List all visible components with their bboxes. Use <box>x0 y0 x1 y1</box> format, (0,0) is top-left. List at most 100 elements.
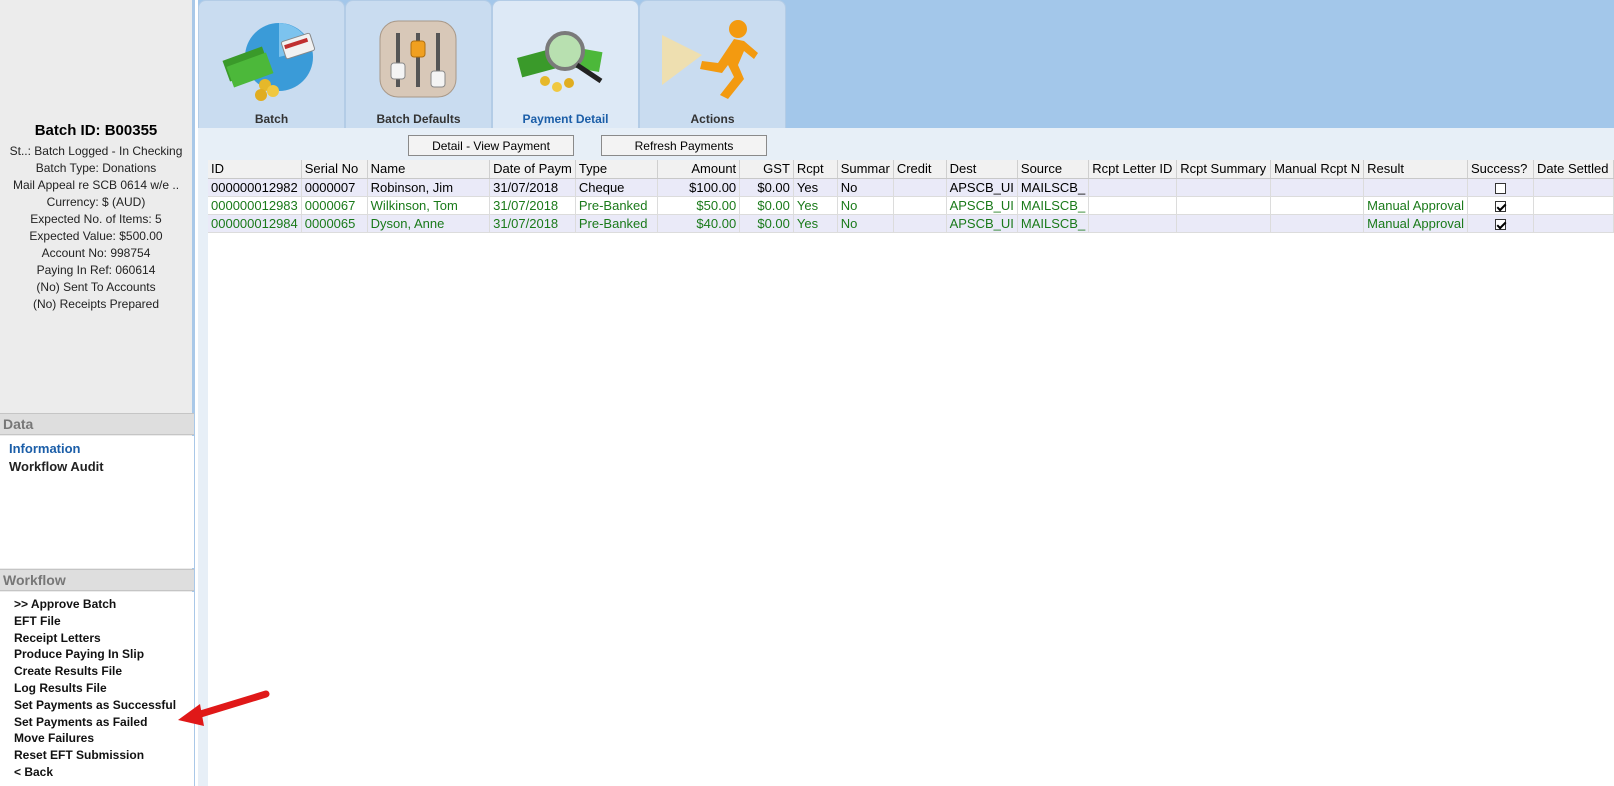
tab-batch[interactable]: Batch <box>198 0 345 128</box>
workflow-back[interactable]: < Back <box>14 764 180 781</box>
cell-date-settled <box>1533 178 1614 197</box>
batch-type: Batch Type: Donations <box>35 161 157 175</box>
workflow-reset-eft[interactable]: Reset EFT Submission <box>14 747 180 764</box>
workflow-set-failed[interactable]: Set Payments as Failed <box>14 714 180 731</box>
cell-name: Wilkinson, Tom <box>367 196 491 215</box>
cell-date-settled <box>1533 196 1614 215</box>
col-header-summary[interactable]: Summar <box>837 160 894 179</box>
cell-rcpt: Yes <box>793 178 838 197</box>
cell-date: 31/07/2018 <box>489 178 576 197</box>
cell-rcpt: Yes <box>793 196 838 215</box>
workflow-move-failures[interactable]: Move Failures <box>14 730 180 747</box>
col-header-dest[interactable]: Dest <box>946 160 1018 179</box>
success-checkbox[interactable] <box>1494 200 1506 212</box>
table-row[interactable]: 000000012984 0000065 Dyson, Anne 31/07/2… <box>208 214 1614 233</box>
cell-name: Robinson, Jim <box>367 178 491 197</box>
col-header-gst[interactable]: GST <box>739 160 794 179</box>
cell-result <box>1363 178 1468 197</box>
col-header-type[interactable]: Type <box>575 160 658 179</box>
cell-rcpt-summary <box>1176 196 1272 215</box>
refresh-payments-button[interactable]: Refresh Payments <box>601 135 767 156</box>
cell-success <box>1467 214 1534 233</box>
cell-success <box>1467 178 1534 197</box>
col-header-serial[interactable]: Serial No <box>301 160 368 179</box>
tab-batch-defaults[interactable]: Batch Defaults <box>345 0 492 128</box>
cell-rcpt: Yes <box>793 214 838 233</box>
col-header-result[interactable]: Result <box>1363 160 1468 179</box>
cell-amount: $40.00 <box>657 214 741 233</box>
cell-amount: $100.00 <box>657 178 741 197</box>
workflow-receipt-letters[interactable]: Receipt Letters <box>14 630 180 647</box>
tab-payment-detail[interactable]: Payment Detail <box>492 0 639 128</box>
batch-title: Batch ID: B00355 <box>34 122 158 139</box>
receipts-prepared: (No) Receipts Prepared <box>32 297 160 311</box>
cell-result: Manual Approval <box>1363 196 1468 215</box>
table-header-row: ID Serial No Name Date of Paym Type Amou… <box>208 160 1614 179</box>
col-header-id[interactable]: ID <box>208 160 302 179</box>
cell-manual-rcpt <box>1270 178 1365 197</box>
expected-items: Expected No. of Items: 5 <box>30 212 162 226</box>
col-header-amount[interactable]: Amount <box>657 160 741 179</box>
cell-credit <box>893 214 947 233</box>
col-header-rcpt-summary[interactable]: Rcpt Summary <box>1176 160 1272 179</box>
col-header-source[interactable]: Source <box>1017 160 1090 179</box>
batch-icon <box>222 23 316 101</box>
running-man-icon <box>662 20 758 99</box>
tab-actions[interactable]: Actions <box>639 0 786 128</box>
account-no: Account No: 998754 <box>41 246 151 260</box>
workflow-eft-file[interactable]: EFT File <box>14 613 180 630</box>
tab-actions-label: Actions <box>690 112 735 126</box>
cell-serial: 0000067 <box>301 196 368 215</box>
cell-dest: APSCB_UI <box>946 214 1018 233</box>
tab-bar: Batch Batch Defaults Payment Detail Acti… <box>198 0 1614 128</box>
col-header-date[interactable]: Date of Paym <box>489 160 576 179</box>
cell-source: MAILSCB_ <box>1017 178 1090 197</box>
workflow-section-header: Workflow <box>0 569 194 591</box>
cell-date: 31/07/2018 <box>489 214 576 233</box>
col-header-name[interactable]: Name <box>367 160 491 179</box>
workflow-log-results-file[interactable]: Log Results File <box>14 680 180 697</box>
cell-source: MAILSCB_ <box>1017 214 1090 233</box>
cell-id: 000000012984 <box>208 214 302 233</box>
tab-batch-defaults-label: Batch Defaults <box>376 112 461 126</box>
col-header-success[interactable]: Success? <box>1467 160 1534 179</box>
cell-source: MAILSCB_ <box>1017 196 1090 215</box>
workflow-approve-batch[interactable]: >> Approve Batch <box>14 596 180 613</box>
success-checkbox[interactable] <box>1494 182 1506 194</box>
workflow-create-results-file[interactable]: Create Results File <box>14 663 180 680</box>
col-header-credit[interactable]: Credit <box>893 160 947 179</box>
cell-gst: $0.00 <box>739 214 794 233</box>
cell-summary: No <box>837 178 894 197</box>
payments-table: ID Serial No Name Date of Paym Type Amou… <box>208 160 1614 233</box>
magnifier-money-icon <box>517 31 603 92</box>
cell-result: Manual Approval <box>1363 214 1468 233</box>
col-header-rcpt[interactable]: Rcpt <box>793 160 838 179</box>
sent-to-accounts: (No) Sent To Accounts <box>36 280 156 294</box>
batch-description: Mail Appeal re SCB 0614 w/e .. <box>12 178 180 192</box>
cell-id: 000000012982 <box>208 178 302 197</box>
tab-payment-detail-label: Payment Detail <box>522 112 609 126</box>
cell-success <box>1467 196 1534 215</box>
col-header-rcpt-letter-id[interactable]: Rcpt Letter ID <box>1088 160 1178 179</box>
expected-value: Expected Value: $500.00 <box>29 229 163 243</box>
cell-date: 31/07/2018 <box>489 196 576 215</box>
cell-rcpt-summary <box>1176 178 1272 197</box>
table-row[interactable]: 000000012982 0000007 Robinson, Jim 31/07… <box>208 178 1614 197</box>
data-item-information[interactable]: Information <box>9 440 185 458</box>
table-row[interactable]: 000000012983 0000067 Wilkinson, Tom 31/0… <box>208 196 1614 215</box>
detail-view-payment-button[interactable]: Detail - View Payment <box>408 135 574 156</box>
workflow-set-successful[interactable]: Set Payments as Successful <box>14 697 180 714</box>
cell-rcpt-letter-id <box>1088 214 1178 233</box>
batch-info: Batch ID: B00355 St..: Batch Logged - In… <box>0 122 192 313</box>
col-header-date-settled[interactable]: Date Settled <box>1533 160 1614 179</box>
success-checkbox[interactable] <box>1494 218 1506 230</box>
col-header-manual-rcpt[interactable]: Manual Rcpt N <box>1270 160 1365 179</box>
tab-batch-label: Batch <box>254 112 289 126</box>
cell-type: Pre-Banked <box>575 214 658 233</box>
sliders-icon <box>379 20 457 98</box>
cell-type: Pre-Banked <box>575 196 658 215</box>
cell-summary: No <box>837 196 894 215</box>
workflow-paying-in-slip[interactable]: Produce Paying In Slip <box>14 646 180 663</box>
cell-summary: No <box>837 214 894 233</box>
data-item-workflow-audit[interactable]: Workflow Audit <box>9 458 185 476</box>
